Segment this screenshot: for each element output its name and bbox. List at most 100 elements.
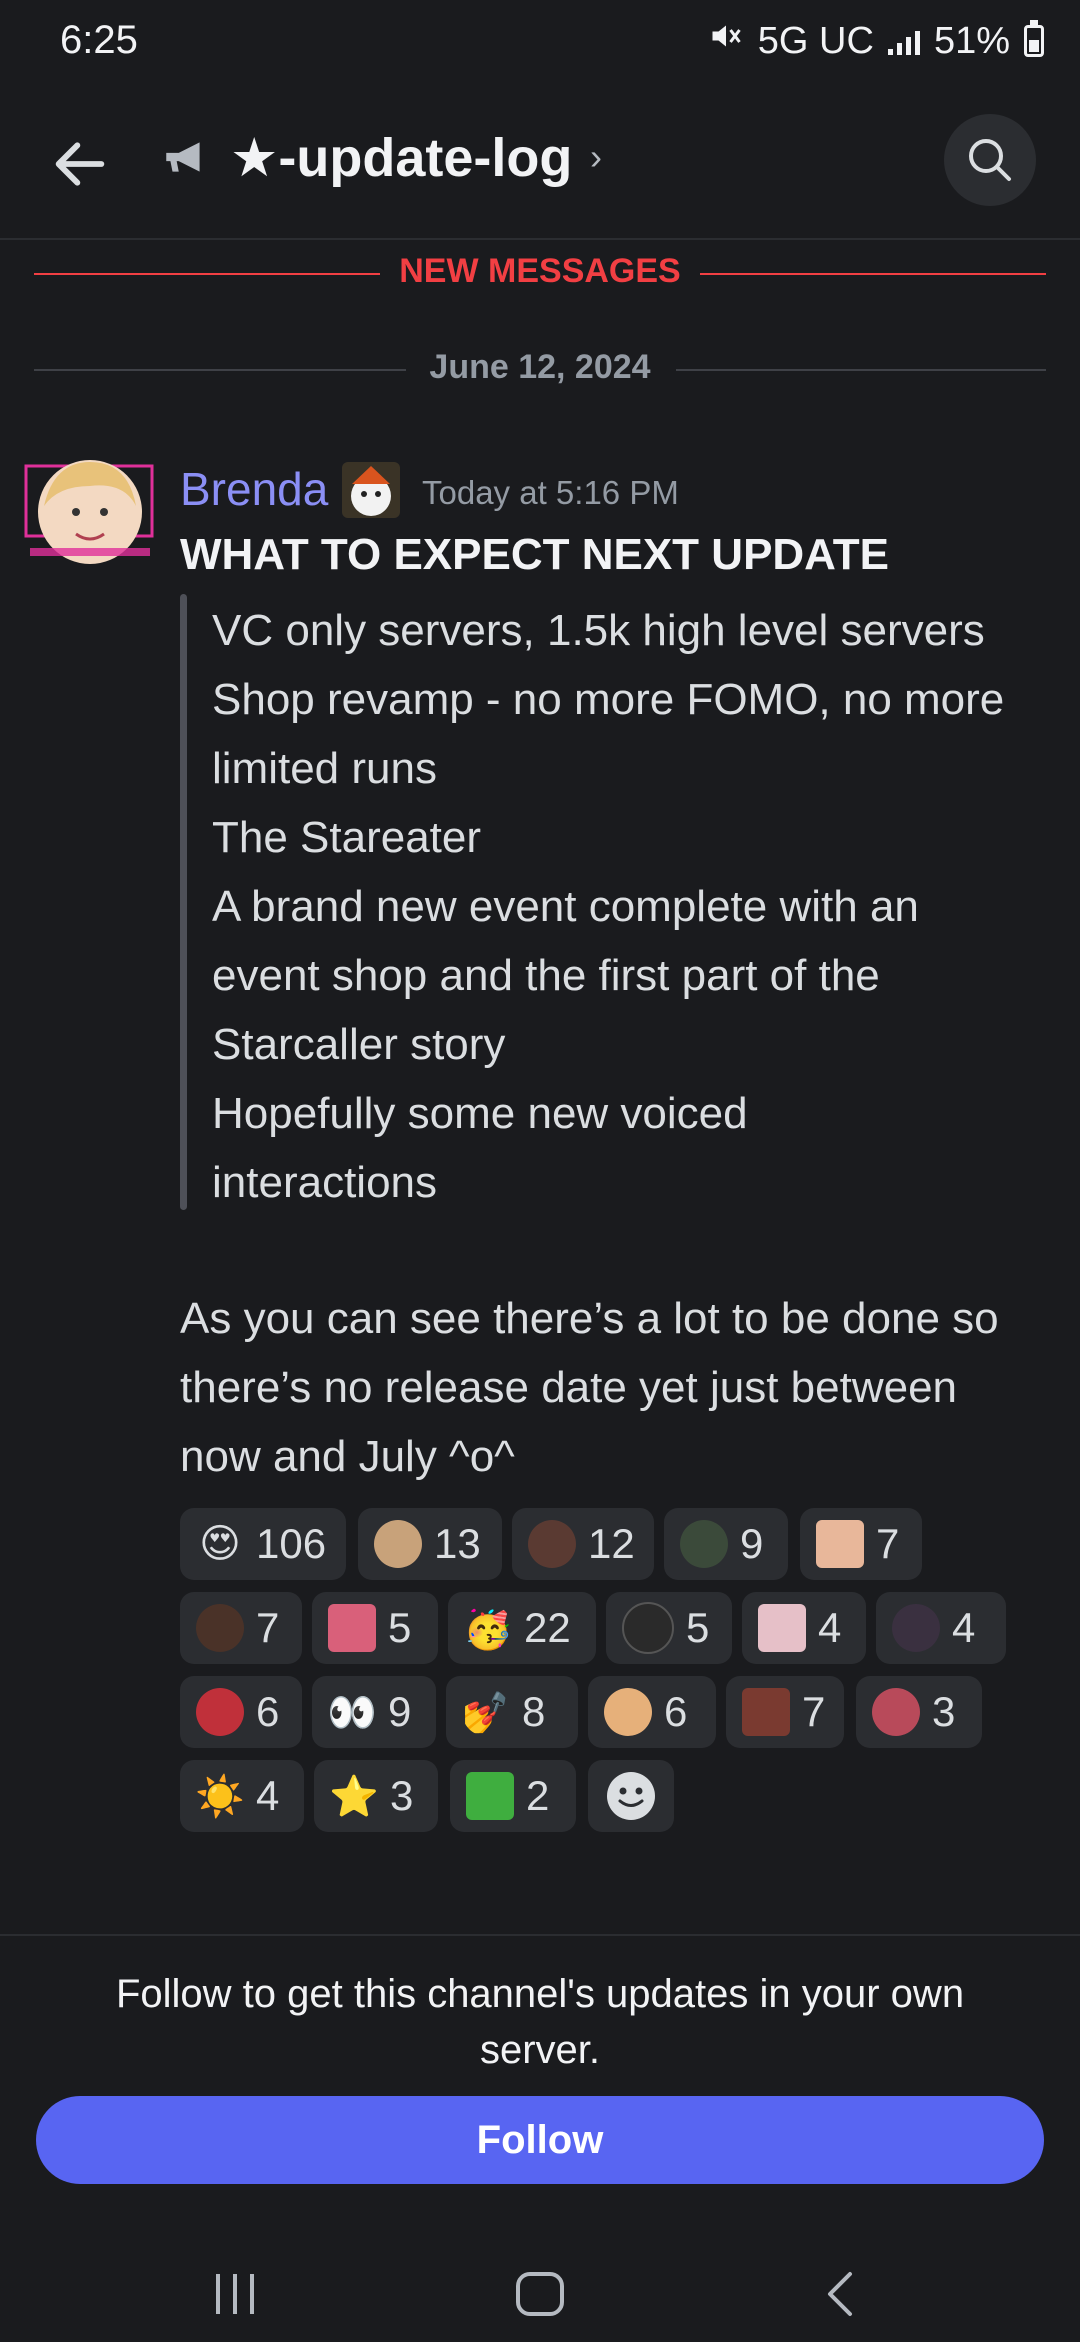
body-line: now and July ^o^ — [180, 1432, 515, 1481]
battery-label: 51% — [933, 19, 1010, 62]
quote-line: event shop and the first part of the — [212, 951, 880, 1000]
reaction-count: 7 — [876, 1520, 900, 1567]
reaction[interactable]: 6 — [588, 1676, 716, 1748]
reaction[interactable]: 7 — [726, 1676, 844, 1748]
reaction[interactable]: 6 — [180, 1676, 302, 1748]
reaction[interactable]: 💅 8 — [446, 1676, 578, 1748]
reaction[interactable]: ⭐ 3 — [314, 1760, 438, 1832]
custom-emoji-icon — [528, 1520, 576, 1568]
chevron-right-icon[interactable]: › — [590, 136, 602, 178]
custom-emoji-icon — [816, 1520, 864, 1568]
recent-apps-icon — [216, 2274, 254, 2314]
reaction[interactable]: 🥳 22 — [448, 1592, 596, 1664]
custom-emoji-icon — [680, 1520, 728, 1568]
reaction[interactable]: 7 — [180, 1592, 302, 1664]
reaction[interactable]: 13 — [358, 1508, 502, 1580]
quote-line: The Stareater — [212, 813, 482, 862]
system-back-button[interactable] — [816, 2268, 866, 2320]
reaction-count: 6 — [256, 1688, 280, 1735]
mute-icon — [708, 18, 744, 64]
reaction-count: 106 — [256, 1520, 327, 1567]
message-heading: WHAT TO EXPECT NEXT UPDATE — [180, 530, 889, 579]
message-timestamp: Today at 5:16 PM — [422, 474, 679, 511]
reaction-count: 5 — [388, 1604, 412, 1651]
author-badge-icon — [342, 462, 400, 518]
blockquote: VC only servers, 1.5k high level servers… — [212, 596, 1062, 1217]
status-time: 6:25 — [60, 18, 138, 62]
reaction-count: 7 — [256, 1604, 280, 1651]
emoji-icon: 👀 — [328, 1690, 376, 1735]
reaction-count: 4 — [952, 1604, 976, 1651]
emoji-icon: 💅 — [462, 1690, 510, 1735]
quote-line: Shop revamp - no more FOMO, no more — [212, 675, 1005, 724]
reaction[interactable]: 2 — [450, 1760, 576, 1832]
channel-title[interactable]: ★-update-log — [230, 126, 572, 189]
reaction-count: 5 — [686, 1604, 710, 1651]
quote-line: limited runs — [212, 744, 437, 793]
reaction[interactable]: 😍 106 — [180, 1508, 346, 1580]
reaction[interactable]: 4 — [742, 1592, 866, 1664]
reaction-count: 3 — [932, 1688, 956, 1735]
reaction[interactable]: 👀 9 — [312, 1676, 436, 1748]
quote-line: VC only servers, 1.5k high level servers — [212, 606, 985, 655]
quote-line: A brand new event complete with an — [212, 882, 919, 931]
reaction[interactable]: 7 — [800, 1508, 922, 1580]
reaction-count: 13 — [434, 1520, 481, 1567]
back-button[interactable] — [48, 132, 112, 196]
add-reaction-button[interactable] — [588, 1760, 674, 1832]
custom-emoji-icon — [892, 1604, 940, 1652]
message-body: As you can see there’s a lot to be done … — [180, 1284, 1060, 1491]
emoji-icon: ☀️ — [196, 1774, 244, 1819]
network-label: 5G UC — [757, 19, 874, 62]
battery-icon — [1024, 20, 1044, 57]
system-nav-bar — [0, 2246, 1080, 2342]
reaction[interactable]: 9 — [664, 1508, 788, 1580]
home-button[interactable] — [512, 2268, 568, 2320]
reaction[interactable]: 5 — [606, 1592, 732, 1664]
follow-description: Follow to get this channel's updates in … — [115, 1972, 965, 2072]
reaction-count: 2 — [526, 1772, 550, 1819]
channel-header: ★-update-log › — [0, 90, 1080, 240]
custom-emoji-icon — [622, 1602, 674, 1654]
signal-icon — [887, 27, 920, 55]
reaction-count: 9 — [740, 1520, 764, 1567]
custom-emoji-icon — [374, 1520, 422, 1568]
home-icon — [516, 2272, 564, 2316]
quote-line: Hopefully some new voiced — [212, 1089, 748, 1138]
emoji-icon: 🥳 — [464, 1606, 512, 1651]
reaction[interactable]: 5 — [312, 1592, 438, 1664]
quote-line: Starcaller story — [212, 1020, 506, 1069]
back-arrow-icon — [55, 142, 105, 186]
quote-line: interactions — [212, 1158, 438, 1207]
reaction[interactable]: 12 — [512, 1508, 654, 1580]
reaction-count: 9 — [388, 1688, 412, 1735]
body-line: As you can see there’s a lot to be done … — [180, 1294, 999, 1343]
new-messages-line-right — [700, 273, 1046, 275]
search-button[interactable] — [944, 114, 1036, 206]
status-icons: 5G UC 51% — [708, 18, 1044, 64]
recent-apps-button[interactable] — [210, 2268, 260, 2320]
reaction-count: 8 — [522, 1688, 546, 1735]
add-reaction-icon — [607, 1772, 655, 1820]
reaction[interactable]: 4 — [876, 1592, 1006, 1664]
emoji-icon: 😍 — [199, 1522, 241, 1566]
reaction[interactable]: 3 — [856, 1676, 982, 1748]
author-name[interactable]: Brenda — [180, 462, 328, 516]
reaction-count: 3 — [390, 1772, 414, 1819]
reaction-count: 22 — [524, 1604, 571, 1651]
reaction[interactable]: ☀️ 4 — [180, 1760, 304, 1832]
chevron-left-icon — [828, 2272, 852, 2316]
reaction-count: 12 — [588, 1520, 635, 1567]
emoji-icon: ⭐ — [330, 1774, 378, 1819]
date-line-right — [676, 369, 1046, 371]
megaphone-icon — [160, 132, 210, 182]
custom-emoji-icon — [604, 1688, 652, 1736]
custom-emoji-icon — [328, 1604, 376, 1652]
follow-button[interactable]: Follow — [36, 2096, 1044, 2184]
custom-emoji-icon — [196, 1688, 244, 1736]
body-line: there’s no release date yet just between — [180, 1363, 958, 1412]
blockquote-bar — [180, 594, 187, 1210]
avatar[interactable] — [24, 456, 154, 576]
reaction-count: 6 — [664, 1688, 688, 1735]
custom-emoji-icon — [758, 1604, 806, 1652]
